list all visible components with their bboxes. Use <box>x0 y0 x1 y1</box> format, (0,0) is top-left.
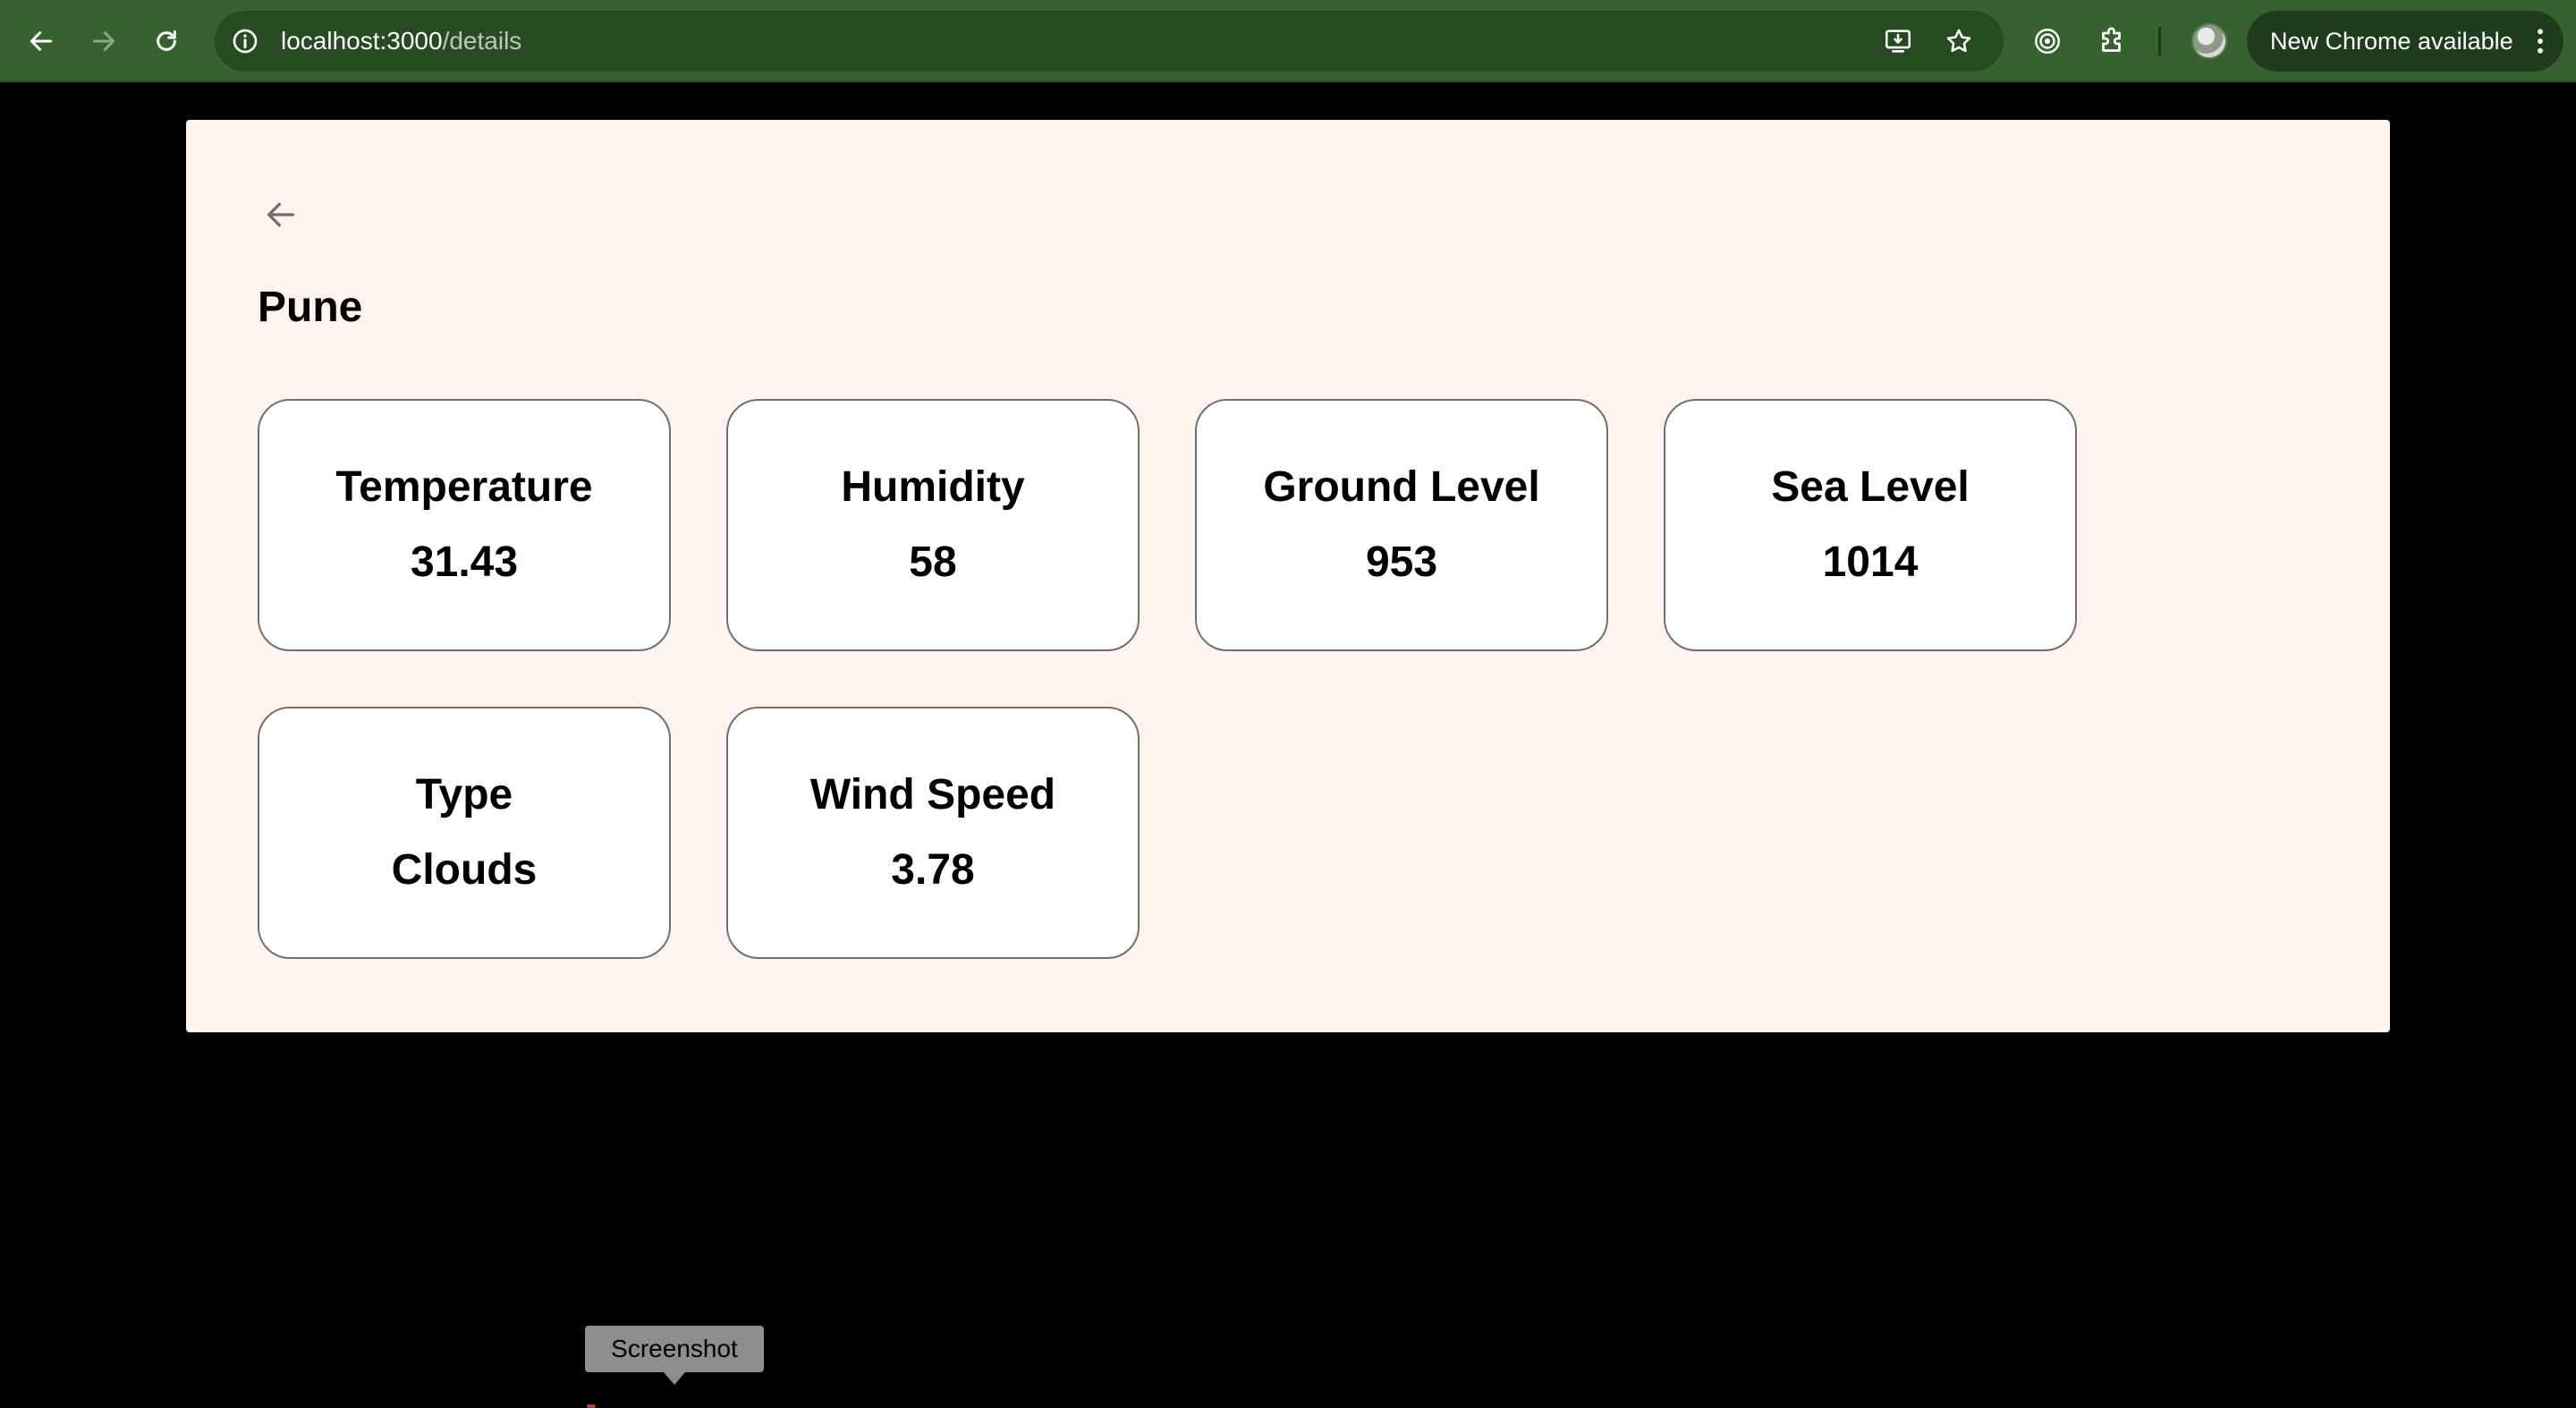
stat-label: Wind Speed <box>809 771 1056 819</box>
stat-label: Ground Level <box>1263 463 1540 511</box>
more-vert-icon[interactable] <box>2535 27 2546 55</box>
chrome-update-label: New Chrome available <box>2270 28 2513 55</box>
browser-toolbar: localhost:3000/details New Chrome availa… <box>0 0 2576 82</box>
stat-value: 1014 <box>1822 539 1919 586</box>
url-path: /details <box>442 27 522 55</box>
stat-label: Temperature <box>335 463 593 511</box>
weather-stats-grid: Temperature 31.43 Humidity 58 Ground Lev… <box>258 399 2118 959</box>
stat-label: Humidity <box>841 463 1025 511</box>
stat-card-ground-level: Ground Level 953 <box>1195 399 1608 651</box>
reload-icon <box>157 30 176 51</box>
arrow-right-icon <box>92 31 115 51</box>
stat-label: Type <box>415 771 513 819</box>
extensions-puzzle-icon[interactable] <box>2093 21 2132 61</box>
city-title: Pune <box>258 284 363 331</box>
reload-button[interactable] <box>145 20 188 63</box>
stat-value: 3.78 <box>891 846 975 894</box>
stat-card-type: Type Clouds <box>258 707 671 959</box>
stat-card-humidity: Humidity 58 <box>726 399 1140 651</box>
stat-card-temperature: Temperature 31.43 <box>258 399 671 651</box>
cursor-marker <box>587 1404 596 1408</box>
stat-card-wind-speed: Wind Speed 3.78 <box>726 707 1140 959</box>
lens-extension-icon[interactable] <box>2028 21 2067 61</box>
stat-label: Sea Level <box>1771 463 1970 511</box>
stat-card-sea-level: Sea Level 1014 <box>1664 399 2077 651</box>
arrow-left-icon <box>267 202 294 227</box>
stat-value: Clouds <box>391 846 538 894</box>
stat-value: 953 <box>1365 539 1438 586</box>
address-bar[interactable]: localhost:3000/details <box>215 11 2004 72</box>
url-host: localhost:3000 <box>281 27 443 55</box>
back-link[interactable] <box>258 191 304 238</box>
screenshot-tooltip: Screenshot <box>585 1326 764 1385</box>
details-panel: Pune Temperature 31.43 Humidity 58 Groun… <box>186 120 2390 1032</box>
stat-value: 58 <box>909 539 957 586</box>
install-app-icon[interactable] <box>1880 23 1916 59</box>
arrow-left-icon <box>30 31 53 51</box>
toolbar-divider <box>2158 27 2161 55</box>
site-info-icon[interactable] <box>229 25 261 57</box>
chrome-update-button[interactable]: New Chrome available <box>2247 11 2563 72</box>
stat-value: 31.43 <box>410 539 519 586</box>
bookmark-star-icon[interactable] <box>1941 23 1977 59</box>
url-text[interactable]: localhost:3000/details <box>281 11 521 72</box>
back-button[interactable] <box>20 20 63 63</box>
forward-button[interactable] <box>82 20 125 63</box>
profile-avatar[interactable] <box>2191 23 2227 59</box>
